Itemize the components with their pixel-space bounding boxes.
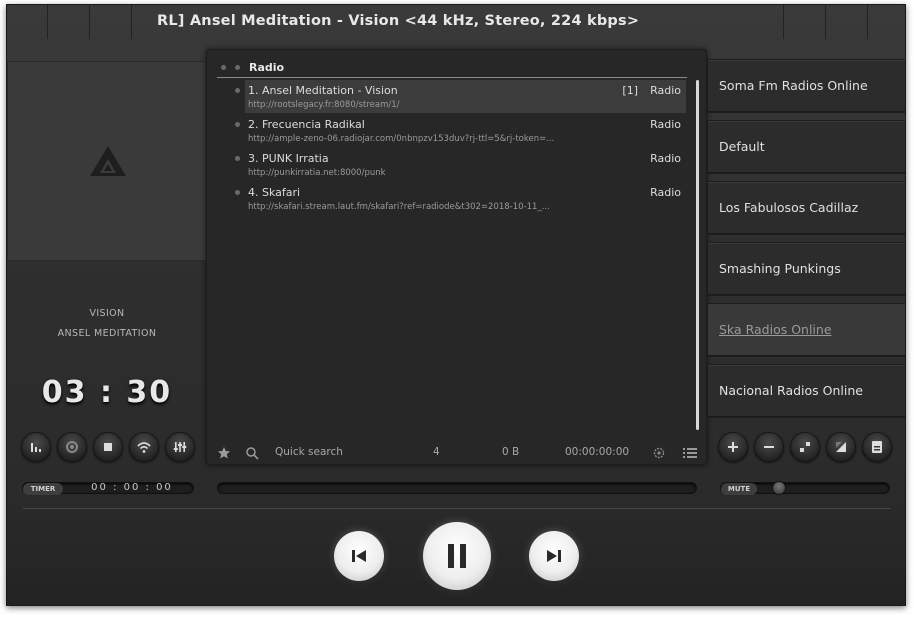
stop-button[interactable] [93, 432, 123, 462]
playlist-row[interactable]: 3. PUNK Irratia http://punkirratia.net:8… [235, 148, 686, 181]
title-divider [783, 5, 784, 39]
row-url: http://punkirratia.net:8000/punk [248, 168, 386, 178]
sort-icon [836, 442, 846, 452]
seek-bar[interactable] [217, 482, 697, 494]
player-window: RL] Ansel Meditation - Vision <44 kHz, S… [6, 4, 906, 606]
save-icon [872, 441, 882, 453]
pause-icon [448, 544, 466, 568]
row-play-count: [1] [622, 84, 638, 97]
repeat-icon [66, 441, 78, 453]
header-dot [221, 65, 226, 70]
row-genre: Radio [650, 152, 681, 165]
minus-icon [764, 446, 774, 448]
playlist-scrollbar[interactable] [696, 80, 699, 430]
tab-label: Smashing Punkings [719, 261, 841, 276]
title-divider [131, 5, 132, 39]
add-button[interactable] [718, 432, 748, 462]
radio-stream-button[interactable] [129, 432, 159, 462]
equalizer-icon [31, 443, 41, 452]
playlist-row[interactable]: 1. Ansel Meditation - Vision http://root… [235, 80, 686, 113]
row-bullet [235, 156, 240, 161]
plus-icon [728, 442, 738, 452]
track-count: 4 [433, 446, 440, 458]
row-name: 3. PUNK Irratia [248, 152, 329, 165]
timer-value: 00 : 00 : 00 [91, 482, 173, 493]
row-url: http://rootslegacy.fr:8080/stream/1/ [248, 100, 400, 110]
next-icon [547, 550, 561, 562]
tab-label: Ska Radios Online [719, 322, 832, 337]
row-name: 4. Skafari [248, 186, 301, 199]
shuffle-icon [800, 442, 810, 452]
tab-playlist[interactable]: Smashing Punkings [707, 242, 905, 296]
row-bullet [235, 88, 240, 93]
track-artist: ANSEL MEDITATION [57, 328, 157, 339]
title-divider [825, 5, 826, 39]
mixer-icon [173, 442, 187, 452]
header-dot [235, 65, 240, 70]
playback-time[interactable]: 03 : 30 [7, 375, 207, 410]
favorite-star-icon[interactable] [217, 446, 231, 460]
divider [23, 508, 891, 509]
title-divider [867, 5, 868, 39]
timer-label: TIMER [23, 483, 63, 495]
mixer-button[interactable] [165, 432, 195, 462]
repeat-button[interactable] [57, 432, 87, 462]
playlist-duration: 00:00:00:00 [565, 446, 630, 458]
wifi-icon [137, 442, 151, 453]
album-art [7, 61, 207, 261]
equalizer-button[interactable] [21, 432, 51, 462]
tab-label: Soma Fm Radios Online [719, 78, 868, 93]
tab-label: Los Fabulosos Cadillaz [719, 200, 859, 215]
tab-label: Default [719, 139, 765, 154]
list-view-icon[interactable] [682, 446, 698, 460]
playlist-row[interactable]: 2. Frecuencia Radikal http://ample-zeno-… [235, 114, 686, 147]
volume-knob[interactable] [771, 481, 786, 495]
remove-button[interactable] [754, 432, 784, 462]
row-genre: Radio [650, 186, 681, 199]
playlist-name: Radio [249, 61, 285, 74]
tab-playlist[interactable]: Default [707, 120, 905, 174]
row-genre: Radio [650, 118, 681, 131]
row-name: 1. Ansel Meditation - Vision [248, 84, 398, 97]
next-button[interactable] [529, 531, 579, 581]
row-bullet [235, 190, 240, 195]
previous-button[interactable] [334, 531, 384, 581]
save-playlist-button[interactable] [862, 432, 892, 462]
sort-button[interactable] [826, 432, 856, 462]
previous-icon [352, 550, 366, 562]
playlist-header: Radio [217, 58, 687, 78]
settings-gear-icon[interactable] [652, 446, 666, 460]
row-bullet [235, 122, 240, 127]
row-genre: Radio [650, 84, 681, 97]
title-divider [47, 5, 48, 39]
playlist-size: 0 B [502, 446, 520, 458]
tab-playlist[interactable]: Soma Fm Radios Online [707, 59, 905, 113]
playlist-panel: Radio 1. Ansel Meditation - Vision http:… [206, 49, 707, 465]
track-title: VISION [89, 308, 125, 319]
tab-playlist-active[interactable]: Ska Radios Online [707, 303, 905, 357]
shuffle-button[interactable] [790, 432, 820, 462]
stop-icon [104, 443, 112, 451]
pause-button[interactable] [423, 522, 491, 590]
search-icon[interactable] [245, 446, 259, 460]
playlist-row[interactable]: 4. Skafari http://skafari.stream.laut.fm… [235, 182, 686, 215]
app-logo-icon [90, 146, 126, 176]
title-bar[interactable]: RL] Ansel Meditation - Vision <44 kHz, S… [7, 5, 905, 39]
tab-label: Nacional Radios Online [719, 383, 863, 398]
quick-search-input[interactable]: Quick search [275, 446, 343, 458]
playlist-footer: Quick search 4 0 B 00:00:00:00 [207, 440, 706, 464]
title-divider [89, 5, 90, 39]
mute-button[interactable]: MUTE [721, 483, 757, 495]
tab-playlist[interactable]: Nacional Radios Online [707, 364, 905, 418]
row-url: http://skafari.stream.laut.fm/skafari?re… [248, 202, 550, 212]
row-name: 2. Frecuencia Radikal [248, 118, 365, 131]
tab-playlist[interactable]: Los Fabulosos Cadillaz [707, 181, 905, 235]
window-title: RL] Ansel Meditation - Vision <44 kHz, S… [157, 13, 640, 29]
row-url: http://ample-zeno-06.radiojar.com/0nbnpz… [248, 134, 555, 144]
